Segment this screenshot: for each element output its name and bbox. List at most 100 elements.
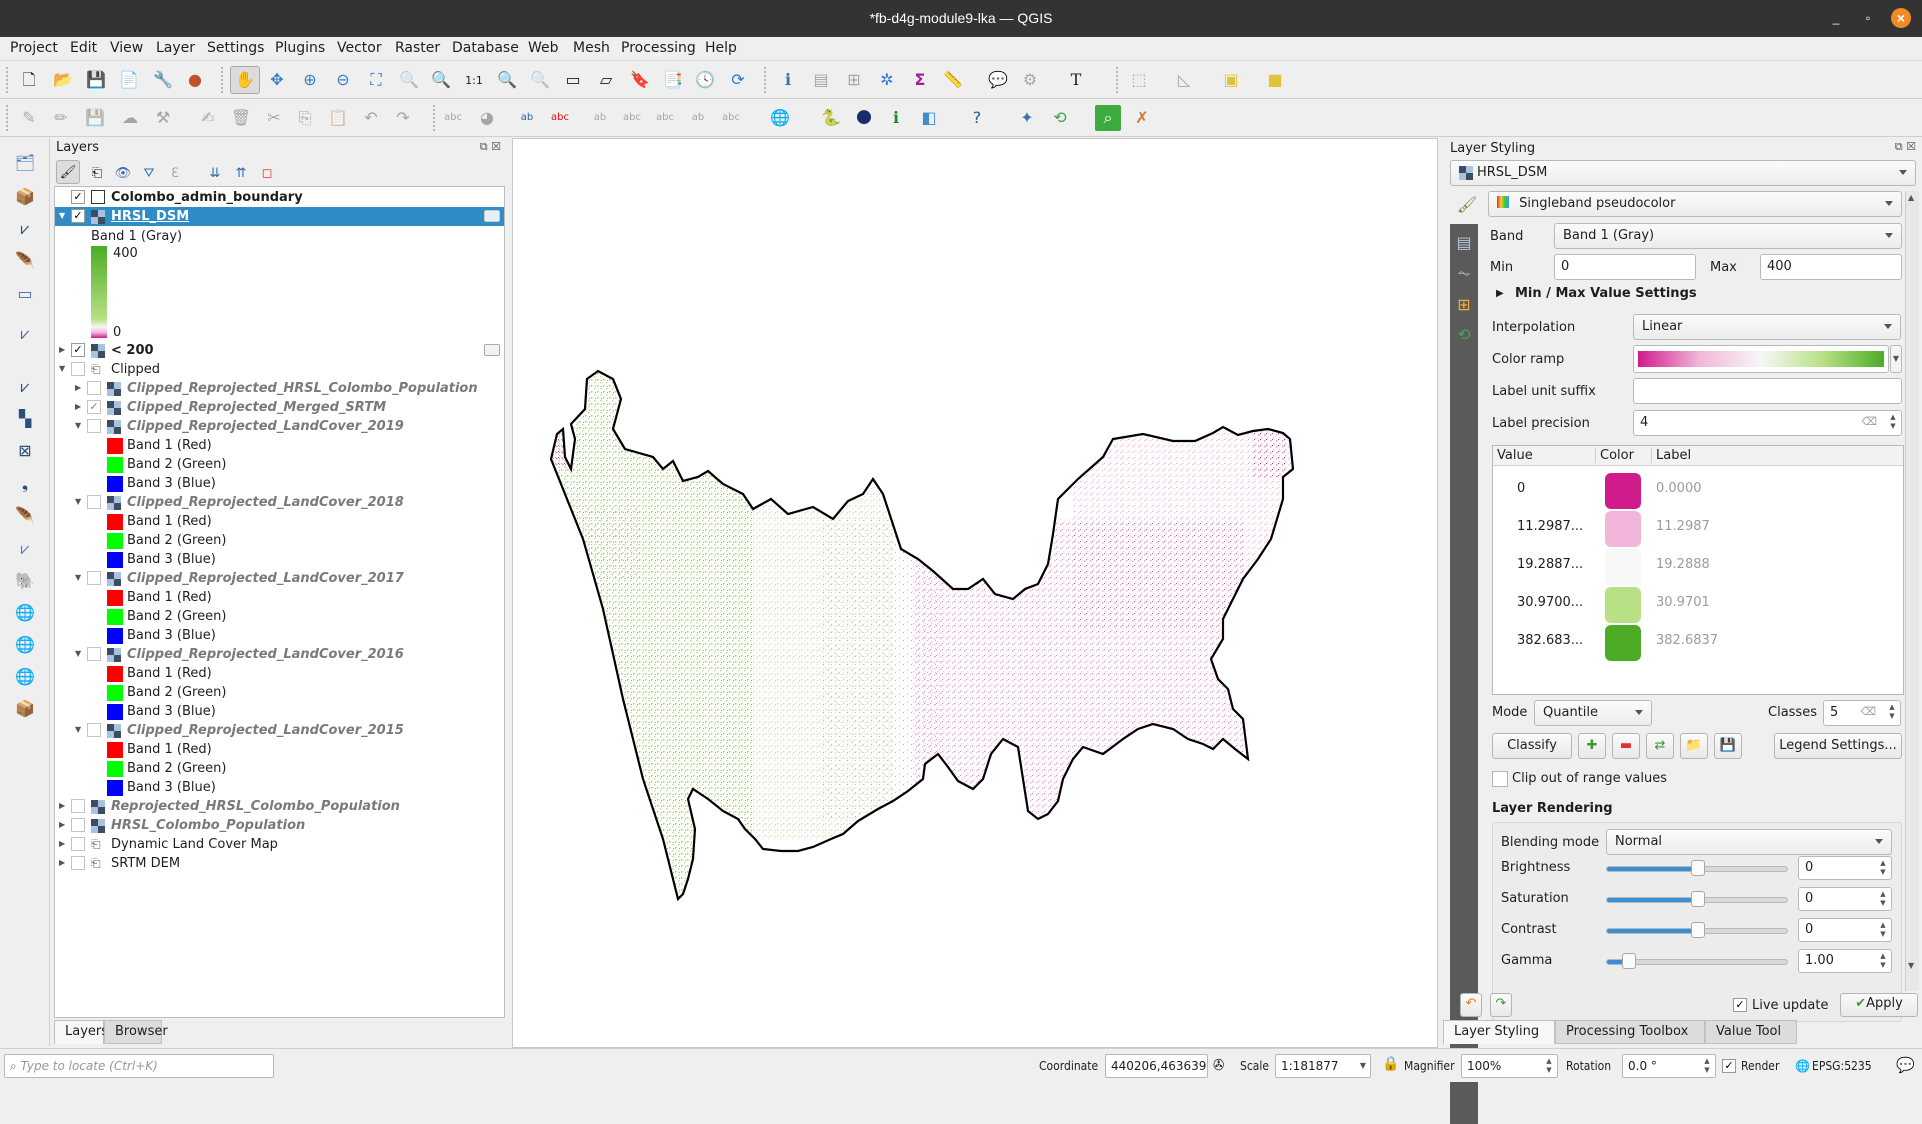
- deselect-all-icon[interactable]: ▣: [1218, 67, 1244, 93]
- move-label-icon[interactable]: ab: [587, 105, 613, 131]
- layer-visibility-checkbox[interactable]: ✓: [71, 209, 85, 223]
- clear-icon[interactable]: ⌫: [1861, 415, 1877, 428]
- class-color-swatch[interactable]: [1605, 511, 1641, 547]
- lock-scale-icon[interactable]: 🔒: [1382, 1056, 1399, 1072]
- class-label[interactable]: 19.2888: [1656, 557, 1710, 572]
- expand-arrow-icon[interactable]: ▶: [59, 839, 69, 848]
- layer-visibility-checkbox[interactable]: [87, 571, 101, 585]
- pan-to-selection-icon[interactable]: ✥: [264, 67, 290, 93]
- remove-class-icon[interactable]: ▬: [1612, 733, 1640, 759]
- slider-value-spinbox[interactable]: 0 ▲ ▼: [1798, 887, 1892, 911]
- reverse-colors-icon[interactable]: ⇄: [1646, 733, 1674, 759]
- class-label[interactable]: 382.6837: [1656, 633, 1718, 648]
- slider-handle[interactable]: [1691, 922, 1705, 938]
- menu-plugins[interactable]: Plugins: [275, 40, 325, 56]
- style-panel-icon[interactable]: 🖌: [56, 160, 80, 184]
- band-combo[interactable]: Band 1 (Gray): [1554, 223, 1902, 249]
- slider-value-spinbox[interactable]: 0 ▲ ▼: [1798, 856, 1892, 880]
- export-to-file-icon[interactable]: 💾: [1714, 733, 1742, 759]
- menu-web[interactable]: Web: [528, 40, 559, 56]
- crs-button[interactable]: EPSG:5235: [1812, 1059, 1872, 1073]
- save-edits-icon[interactable]: 💾: [82, 105, 108, 131]
- add-class-icon[interactable]: ✚: [1578, 733, 1606, 759]
- add-vector-tile-icon[interactable]: 📦: [12, 696, 38, 722]
- collapse-arrow-icon[interactable]: ▼: [75, 725, 85, 734]
- color-class-row[interactable]: 11.2987... 11.2987: [1493, 508, 1903, 547]
- layer-visibility-checkbox[interactable]: [71, 799, 85, 813]
- class-color-swatch[interactable]: [1605, 587, 1641, 623]
- collapse-arrow-icon[interactable]: ▼: [59, 364, 69, 373]
- layer-indicator-icon[interactable]: [484, 210, 500, 222]
- layer-visibility-checkbox[interactable]: [87, 723, 101, 737]
- paste-features-icon[interactable]: 📋: [325, 105, 351, 131]
- class-value[interactable]: 30.9700...: [1517, 595, 1583, 610]
- manage-map-themes-icon[interactable]: 👁: [110, 160, 136, 186]
- expand-arrow-icon[interactable]: ▶: [59, 820, 69, 829]
- symbology-brush-icon[interactable]: 🖌: [1454, 192, 1480, 218]
- new-map-view-icon[interactable]: ▭: [560, 67, 586, 93]
- pan-icon[interactable]: ✋: [230, 66, 260, 94]
- zoom-native-icon[interactable]: 1:1: [461, 67, 487, 93]
- max-input[interactable]: 400: [1760, 254, 1902, 280]
- slider-track[interactable]: [1606, 891, 1788, 907]
- label-tool-icon[interactable]: abc: [440, 105, 466, 131]
- layer-select-combo[interactable]: HRSL_DSM: [1450, 160, 1916, 186]
- slider-value-spinbox[interactable]: 1.00 ▲ ▼: [1798, 949, 1892, 973]
- group-visibility-checkbox[interactable]: [71, 856, 85, 870]
- crs-globe-icon[interactable]: 🌐: [1795, 1059, 1810, 1073]
- expand-arrow-icon[interactable]: ▶: [59, 858, 69, 867]
- cut-features-icon[interactable]: ✂: [261, 105, 287, 131]
- class-value[interactable]: 11.2987...: [1517, 519, 1583, 534]
- group-srtm-dem[interactable]: ▶ ⎗ SRTM DEM: [55, 854, 504, 873]
- layer-visibility-checkbox[interactable]: ✓: [71, 343, 85, 357]
- add-group-icon[interactable]: ⎗: [84, 160, 110, 186]
- rotation-spinbox[interactable]: 0.0 ° ▲ ▼: [1622, 1054, 1716, 1078]
- layer-indicator-icon[interactable]: [484, 344, 500, 356]
- open-attribute-table-icon[interactable]: ▤: [808, 67, 834, 93]
- diagram-tool-icon[interactable]: ◕: [474, 105, 500, 131]
- load-from-file-icon[interactable]: 📁: [1680, 733, 1708, 759]
- statistical-summary-icon[interactable]: Σ: [907, 67, 933, 93]
- zoom-layer-icon[interactable]: 🔍: [428, 67, 454, 93]
- pin-labels-icon[interactable]: ab: [514, 105, 540, 131]
- class-value[interactable]: 382.683...: [1517, 633, 1583, 648]
- zoom-next-icon[interactable]: 🔍: [527, 67, 553, 93]
- layer-landcover-2018[interactable]: ▼ Clipped_Reprojected_LandCover_2018: [55, 493, 504, 512]
- tab-layers[interactable]: Layers: [54, 1020, 108, 1044]
- menu-database[interactable]: Database: [452, 40, 519, 56]
- legend-settings-button[interactable]: Legend Settings...: [1774, 733, 1902, 759]
- clear-icon[interactable]: ⌫: [1860, 705, 1876, 718]
- class-color-swatch[interactable]: [1605, 625, 1641, 661]
- label-unit-suffix-input[interactable]: [1633, 378, 1902, 404]
- select-by-location-icon[interactable]: ■: [1262, 67, 1288, 93]
- layer-visibility-checkbox[interactable]: ✓: [71, 190, 85, 204]
- slider-track[interactable]: [1606, 922, 1788, 938]
- map-canvas[interactable]: [512, 138, 1438, 1048]
- add-wms-icon[interactable]: 🌐: [12, 600, 38, 626]
- clip-out-of-range-checkbox[interactable]: [1492, 771, 1508, 787]
- menu-mesh[interactable]: Mesh: [573, 40, 610, 56]
- attribute-refresh-icon[interactable]: ⟲: [1047, 105, 1073, 131]
- add-wcs-icon[interactable]: 🌐: [12, 632, 38, 658]
- layer-landcover-2017[interactable]: ▼ Clipped_Reprojected_LandCover_2017: [55, 569, 504, 588]
- slider-value-spinbox[interactable]: 0 ▲ ▼: [1798, 918, 1892, 942]
- current-edits-icon[interactable]: ✎: [16, 105, 42, 131]
- color-class-row[interactable]: 382.683... 382.6837: [1493, 622, 1903, 661]
- color-class-row[interactable]: 19.2887... 19.2888: [1493, 546, 1903, 585]
- add-delimited-text-icon[interactable]: ❟: [12, 471, 38, 497]
- header-label[interactable]: Label: [1651, 448, 1691, 463]
- new-shapefile-layer-icon[interactable]: ⩗: [12, 216, 38, 242]
- add-vector-layer-icon[interactable]: ⩗: [12, 374, 38, 400]
- expand-triangle-icon[interactable]: ▶: [1496, 288, 1504, 299]
- menu-help[interactable]: Help: [705, 40, 737, 56]
- class-label[interactable]: 30.9701: [1656, 595, 1710, 610]
- interpolation-combo[interactable]: Linear: [1633, 314, 1901, 340]
- layer-lt-200[interactable]: ▶ ✓ < 200: [55, 341, 504, 360]
- value-tool-icon[interactable]: ℹ: [883, 105, 909, 131]
- histogram-tab-icon[interactable]: ⏦: [1451, 260, 1477, 286]
- new-project-icon[interactable]: 🗋: [16, 67, 42, 93]
- layer-landcover-2019[interactable]: ▼ Clipped_Reprojected_LandCover_2019: [55, 417, 504, 436]
- save-project-icon[interactable]: 💾: [83, 67, 109, 93]
- copy-features-icon[interactable]: ⎘: [292, 105, 318, 131]
- collapse-arrow-icon[interactable]: ▼: [59, 211, 69, 220]
